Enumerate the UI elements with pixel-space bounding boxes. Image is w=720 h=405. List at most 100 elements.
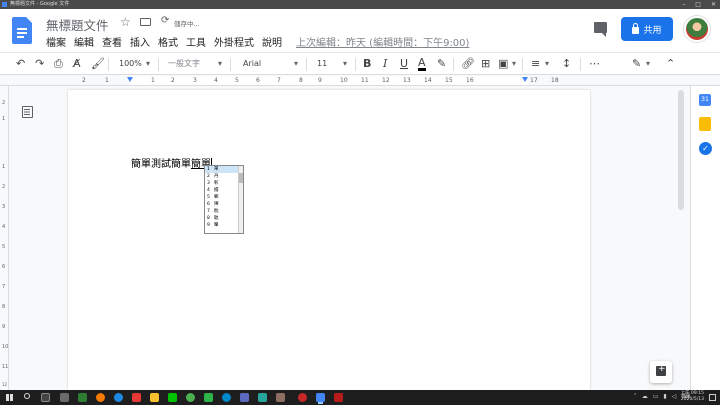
mail-icon[interactable] — [132, 393, 141, 402]
document-title[interactable]: 無標題文件 — [46, 15, 109, 34]
chrome-icon[interactable] — [186, 393, 195, 402]
chevron-down-icon[interactable]: ▾ — [294, 58, 298, 70]
line-icon[interactable] — [168, 393, 177, 402]
star-icon[interactable]: ☆ — [120, 15, 131, 29]
paragraph-style-select[interactable]: 一般文字 — [168, 58, 200, 70]
close-icon[interactable]: ✕ — [711, 0, 716, 9]
calendar-icon[interactable]: 31 — [699, 94, 711, 106]
undo-icon[interactable]: ↶ — [16, 58, 25, 70]
text-color-button[interactable]: A — [418, 57, 426, 71]
bold-button[interactable]: B — [363, 58, 371, 70]
menu-help[interactable]: 說明 — [262, 34, 282, 49]
keep-icon[interactable] — [699, 117, 711, 131]
font-select[interactable]: Arial — [243, 58, 261, 70]
zoom-select[interactable]: 100% — [119, 58, 142, 70]
network-icon[interactable]: ▭ — [653, 393, 659, 400]
font-size-select[interactable]: 11 — [317, 58, 327, 70]
search-icon[interactable] — [24, 393, 30, 399]
horizontal-ruler[interactable]: 2 1 1 2 3 4 5 6 7 8 9 10 11 12 13 14 15 … — [0, 75, 720, 86]
telegram-icon[interactable] — [222, 393, 231, 402]
app-icon[interactable] — [78, 393, 87, 402]
last-edit-link[interactable]: 上次編輯：昨天 (編輯時間：下午9:00) — [296, 34, 469, 49]
menu-file[interactable]: 檔案 — [46, 34, 66, 49]
paint-format-icon[interactable]: 🖌︎ — [91, 58, 105, 70]
formatting-toolbar: ↶ ↷ ⎙ A̸ 🖌︎ 100% ▾ 一般文字 ▾ Arial ▾ 11 ▾ B… — [0, 52, 720, 75]
app-icon[interactable] — [114, 393, 123, 402]
align-icon[interactable]: ≡ — [531, 58, 540, 70]
chevron-down-icon[interactable]: ▾ — [646, 58, 650, 70]
docs-taskbar-icon[interactable] — [316, 393, 325, 402]
wechat-icon[interactable] — [204, 393, 213, 402]
cloud-icon[interactable]: ☁ — [642, 393, 648, 400]
menu-view[interactable]: 查看 — [102, 34, 122, 49]
chevron-down-icon[interactable]: ▾ — [512, 58, 516, 70]
more-icon[interactable]: ⋯ — [589, 58, 600, 70]
menu-bar: 檔案 編輯 查看 插入 格式 工具 外掛程式 說明 — [46, 34, 290, 49]
app-icon[interactable] — [258, 393, 267, 402]
avatar[interactable] — [684, 16, 710, 42]
battery-icon[interactable]: ▮ — [663, 393, 666, 400]
redo-icon[interactable]: ↷ — [35, 58, 44, 70]
document-outline-icon[interactable] — [22, 106, 33, 118]
document-body-text[interactable]: 簡單測試簡單簡單 — [131, 155, 212, 170]
chevron-down-icon[interactable]: ▾ — [545, 58, 549, 70]
clock-date: 2020/5/13 — [680, 397, 704, 402]
docs-app-icon — [2, 2, 7, 7]
minimize-icon[interactable]: – — [682, 0, 685, 9]
notification-icon[interactable] — [709, 394, 716, 401]
menu-edit[interactable]: 編輯 — [74, 34, 94, 49]
task-view-icon[interactable] — [41, 393, 50, 402]
comment-history-icon[interactable] — [594, 22, 607, 37]
side-panel: 31 ✓ — [690, 86, 720, 390]
window-controls: – □ ✕ — [682, 0, 716, 9]
share-label: 共用 — [643, 25, 662, 36]
document-page[interactable] — [68, 90, 590, 390]
window-title: 無標題文件 - Google 文件 — [10, 1, 70, 7]
taskbar-clock[interactable]: 上午 09:15 2020/5/13 — [681, 391, 704, 403]
link-icon[interactable]: 🔗︎ — [461, 58, 475, 70]
ime-scrollbar[interactable] — [238, 166, 243, 233]
explore-button[interactable] — [650, 361, 672, 383]
ime-candidate-list[interactable]: 1單 2丹 3彰 4擔 5鄲 6殫 7眈 8耽 9簞 — [204, 165, 244, 234]
chevron-down-icon[interactable]: ▾ — [218, 58, 222, 70]
app-icon[interactable] — [240, 393, 249, 402]
share-button[interactable]: 共用 — [621, 17, 673, 41]
app-icon[interactable] — [276, 393, 285, 402]
underline-button[interactable]: U — [400, 58, 408, 70]
docs-header: 無標題文件 ☆ ⟳ 儲存中... 檔案 編輯 查看 插入 格式 工具 外掛程式 … — [0, 9, 720, 52]
spellcheck-icon[interactable]: A̸ — [73, 58, 81, 70]
windows-taskbar: ˄ ☁ ▭ ▮ ◁ ⌨ 上午 09:15 2020/5/13 — [0, 390, 720, 405]
insert-image-icon[interactable]: ▣ — [498, 58, 508, 70]
folder-move-icon[interactable] — [140, 18, 151, 26]
editing-mode-icon[interactable]: ✎ — [632, 58, 641, 70]
chevron-down-icon[interactable]: ▾ — [343, 58, 347, 70]
vertical-ruler[interactable]: 2 1 1 2 3 4 5 6 7 8 9 10 11 12 — [0, 86, 9, 390]
menu-tools[interactable]: 工具 — [186, 34, 206, 49]
firefox-icon[interactable] — [96, 393, 105, 402]
maximize-icon[interactable]: □ — [695, 0, 701, 9]
document-scrollbar[interactable] — [676, 86, 686, 390]
folder-icon[interactable] — [150, 393, 159, 402]
windows-start-icon[interactable] — [6, 394, 13, 401]
line-spacing-icon[interactable]: ↕ — [562, 58, 571, 70]
sync-icon: ⟳ — [161, 15, 170, 26]
lock-icon — [632, 22, 640, 34]
menu-insert[interactable]: 插入 — [130, 34, 150, 49]
tasks-icon[interactable]: ✓ — [699, 142, 712, 155]
highlight-icon[interactable]: ✎ — [437, 58, 446, 70]
saving-status: 儲存中... — [174, 20, 200, 28]
add-comment-icon[interactable]: ⊞ — [481, 58, 490, 70]
collapse-toolbar-icon[interactable]: ⌃ — [666, 58, 675, 70]
window-titlebar: 無標題文件 - Google 文件 – □ ✕ — [0, 0, 720, 9]
docs-logo-icon[interactable] — [12, 17, 32, 44]
chevron-down-icon[interactable]: ▾ — [146, 58, 150, 70]
volume-icon[interactable]: ◁ — [672, 393, 677, 400]
print-icon[interactable]: ⎙ — [54, 58, 63, 70]
chevron-up-icon[interactable]: ˄ — [634, 393, 637, 400]
menu-format[interactable]: 格式 — [158, 34, 178, 49]
app-icon[interactable] — [298, 393, 307, 402]
app-icon[interactable] — [60, 393, 69, 402]
app-icon[interactable] — [334, 393, 343, 402]
menu-addons[interactable]: 外掛程式 — [214, 34, 254, 49]
italic-button[interactable]: I — [383, 58, 387, 70]
